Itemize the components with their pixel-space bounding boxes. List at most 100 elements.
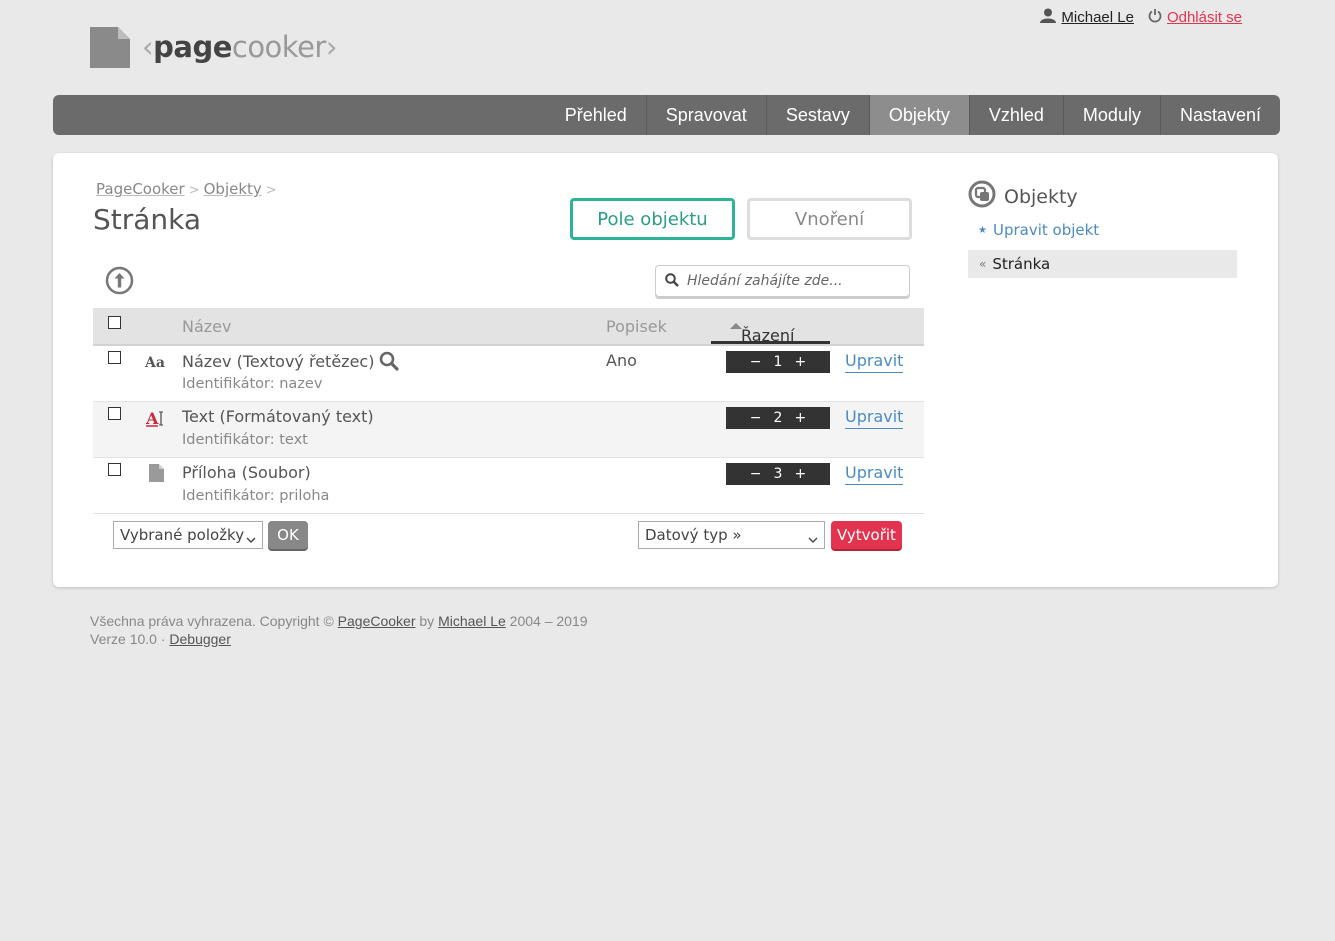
nav-item-moduly[interactable]: Moduly [1062, 95, 1160, 135]
column-header-name[interactable]: Název [182, 317, 231, 336]
nav-item-objekty[interactable]: Objekty [868, 95, 969, 135]
up-level-icon[interactable] [105, 266, 134, 299]
order-decrease-button[interactable]: − [744, 354, 768, 370]
data-type-select[interactable]: Datový typ » [638, 521, 825, 549]
column-header-order[interactable]: Řazení [711, 308, 830, 345]
bulk-action-select[interactable]: Vybrané položky [113, 521, 263, 549]
nav-item-vzhled[interactable]: Vzhled [968, 95, 1063, 135]
field-identifier: Identifikátor: nazev [182, 376, 323, 392]
product-link[interactable]: PageCooker [338, 613, 416, 629]
select-all-checkbox[interactable] [108, 316, 121, 329]
page-title: Stránka [93, 203, 202, 236]
order-value: 2 [773, 410, 783, 426]
order-increase-button[interactable]: + [788, 354, 812, 370]
username-link[interactable]: Michael Le [1061, 9, 1134, 26]
nesting-button[interactable]: Vnoření [747, 198, 912, 240]
field-label-value: Ano [606, 351, 637, 370]
by-text: by [419, 613, 435, 629]
objects-icon [968, 180, 996, 213]
user-menu[interactable]: Michael Le [1040, 8, 1134, 27]
order-stepper: − 2 + [726, 407, 830, 429]
years-text: 2004 – 2019 [509, 613, 588, 629]
table-footer: Vybrané položky OK Datový typ » Vytvořit [93, 514, 924, 558]
fields-table: Název Popisek Řazení Aa Název (Textový ř… [93, 308, 924, 558]
table-row: Aa Název (Textový řetězec) Identifikátor… [93, 346, 924, 402]
ok-button[interactable]: OK [268, 521, 308, 549]
logout[interactable]: Odhlásit se [1148, 8, 1242, 27]
table-row: Příloha (Soubor) Identifikátor: priloha … [93, 458, 924, 514]
breadcrumb-separator: > [265, 183, 277, 198]
sidebar-title-text: Objekty [1004, 185, 1078, 208]
data-type-select-value: Datový typ » [645, 526, 742, 544]
nav-item-sestavy[interactable]: Sestavy [765, 95, 869, 135]
order-decrease-button[interactable]: − [744, 410, 768, 426]
logo-document-icon [90, 26, 130, 68]
search-icon [665, 272, 679, 291]
double-chevron-left-icon: « [979, 257, 987, 271]
sidebar-item-label: Upravit objekt [992, 221, 1100, 239]
field-name-text: Název (Textový řetězec) [182, 351, 375, 371]
table-row: A Text (Formátovaný text) Identifikátor:… [93, 402, 924, 458]
breadcrumb-link-pagecooker[interactable]: PageCooker [96, 180, 185, 198]
nav-item-prehled[interactable]: Přehled [546, 95, 646, 135]
sidebar-item-edit-object[interactable]: ★ Upravit objekt [978, 221, 1099, 239]
debugger-link[interactable]: Debugger [169, 631, 231, 647]
sidebar-title: Objekty [968, 180, 1078, 213]
order-decrease-button[interactable]: − [744, 466, 768, 482]
logout-link[interactable]: Odhlásit se [1167, 9, 1242, 26]
field-name: Příloha (Soubor) [182, 463, 311, 482]
breadcrumb: PageCooker > Objekty > [96, 180, 281, 198]
chevron-down-icon [808, 530, 818, 548]
edit-link[interactable]: Upravit [845, 463, 904, 485]
order-value: 1 [773, 354, 783, 370]
breadcrumb-separator: > [188, 183, 200, 198]
page-footer: Všechna práva vyhrazena. Copyright © Pag… [90, 612, 588, 648]
bulk-action-select-value: Vybrané položky [120, 526, 245, 544]
object-fields-button[interactable]: Pole objektu [570, 198, 735, 240]
main-nav: Přehled Spravovat Sestavy Objekty Vzhled… [53, 95, 1280, 135]
breadcrumb-link-objekty[interactable]: Objekty [204, 180, 262, 198]
field-name-text: Text (Formátovaný text) [182, 407, 374, 426]
text-string-icon: Aa [144, 353, 167, 373]
version-text: Verze 10.0 [90, 631, 157, 647]
file-icon [149, 464, 164, 486]
column-header-order-label: Řazení [741, 326, 795, 345]
order-stepper: − 3 + [726, 463, 830, 485]
field-name: Text (Formátovaný text) [182, 407, 374, 426]
star-icon: ★ [978, 224, 987, 236]
column-header-label[interactable]: Popisek [606, 317, 667, 336]
power-icon [1148, 8, 1162, 27]
svg-text:A: A [145, 409, 159, 427]
edit-link[interactable]: Upravit [845, 407, 904, 429]
user-icon [1040, 8, 1057, 27]
svg-text:Aa: Aa [145, 355, 165, 369]
content-card: PageCooker > Objekty > Stránka Pole objektu… [53, 153, 1278, 587]
copyright-text: Všechna práva vyhrazena. Copyright © [90, 613, 334, 629]
field-name-text: Příloha (Soubor) [182, 463, 311, 482]
order-increase-button[interactable]: + [788, 410, 812, 426]
search-box [655, 265, 910, 297]
row-checkbox[interactable] [108, 407, 121, 420]
version-line: Verze 10.0 · Debugger [90, 630, 588, 648]
chevron-down-icon [246, 530, 256, 548]
field-identifier: Identifikátor: priloha [182, 488, 330, 504]
edit-link[interactable]: Upravit [845, 351, 904, 373]
logo-text: ‹pagecooker› [142, 30, 337, 64]
row-checkbox[interactable] [108, 463, 121, 476]
search-input[interactable] [685, 272, 899, 290]
sidebar-item-current[interactable]: « Stránka [968, 250, 1237, 278]
order-value: 3 [773, 466, 783, 482]
row-checkbox[interactable] [108, 351, 121, 364]
table-header: Název Popisek Řazení [93, 308, 924, 346]
field-name: Název (Textový řetězec) [182, 351, 400, 371]
nav-item-nastaveni[interactable]: Nastavení [1159, 95, 1280, 135]
sidebar-item-label: Stránka [992, 255, 1051, 273]
separator-dot: · [160, 631, 166, 647]
create-button[interactable]: Vytvořit [831, 521, 902, 549]
order-increase-button[interactable]: + [788, 466, 812, 482]
nav-item-spravovat[interactable]: Spravovat [645, 95, 766, 135]
user-bar: Michael Le Odhlásit se [1026, 8, 1242, 27]
order-stepper: − 1 + [726, 351, 830, 373]
logo[interactable]: ‹pagecooker› [90, 26, 337, 68]
author-link[interactable]: Michael Le [438, 613, 506, 629]
